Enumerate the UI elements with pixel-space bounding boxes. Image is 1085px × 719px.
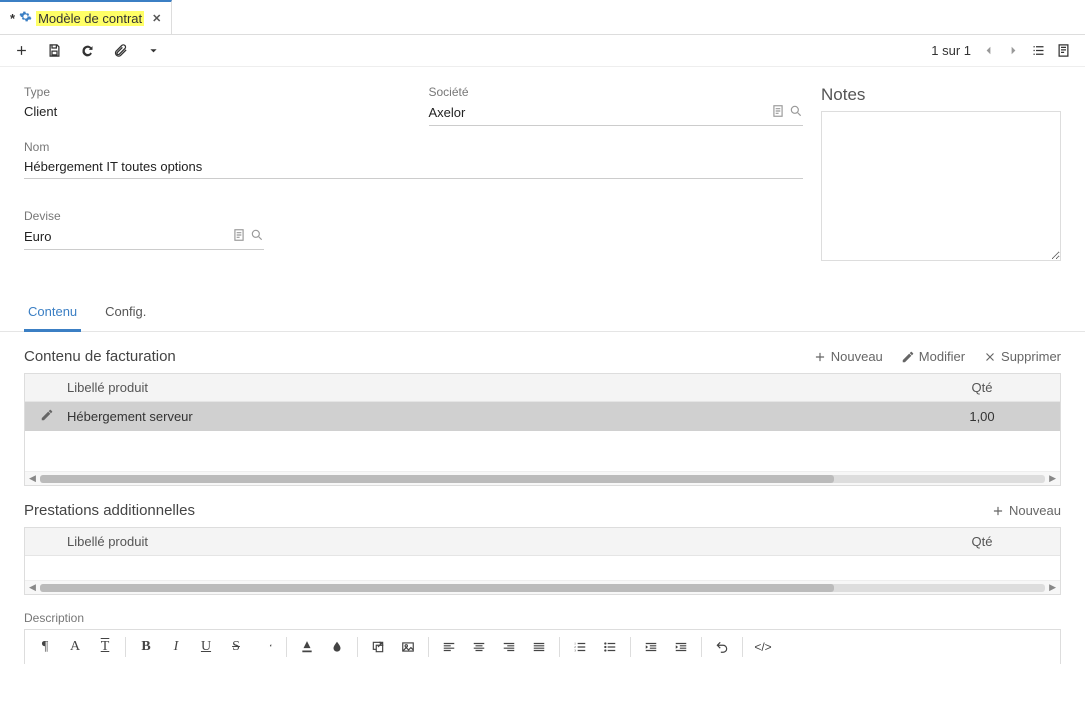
background-color-icon[interactable] bbox=[323, 634, 351, 660]
field-societe[interactable]: Société Axelor bbox=[429, 85, 804, 126]
prestations-col-product: Libellé produit bbox=[61, 534, 912, 549]
clear-format-icon[interactable] bbox=[252, 634, 280, 660]
text-color-icon[interactable] bbox=[293, 634, 321, 660]
prestations-grid: Libellé produit Qté ◀ ▶ bbox=[24, 527, 1061, 595]
form-view-button[interactable] bbox=[1056, 43, 1071, 58]
section-prestations: Prestations additionnelles Nouveau Libel… bbox=[0, 486, 1085, 595]
tab-title: Modèle de contrat bbox=[36, 11, 144, 26]
section-title-prestations: Prestations additionnelles bbox=[24, 502, 195, 519]
undo-icon[interactable] bbox=[708, 634, 736, 660]
section-title-facturation: Contenu de facturation bbox=[24, 348, 176, 365]
open-record-icon[interactable] bbox=[771, 104, 785, 121]
ordered-list-icon[interactable]: 123 bbox=[566, 634, 594, 660]
strikethrough-icon[interactable]: S bbox=[222, 634, 250, 660]
align-right-icon[interactable] bbox=[495, 634, 523, 660]
pager-next[interactable] bbox=[1006, 43, 1021, 58]
form-body: Type Client Société Axelor Nom bbox=[0, 67, 1085, 264]
align-center-icon[interactable] bbox=[465, 634, 493, 660]
svg-text:3: 3 bbox=[574, 649, 576, 653]
new-button[interactable] bbox=[14, 43, 29, 58]
close-icon[interactable]: ✕ bbox=[152, 12, 161, 25]
italic-icon[interactable]: I bbox=[162, 634, 190, 660]
section-description: Description ¶ A T B I U S bbox=[0, 595, 1085, 664]
attach-button[interactable] bbox=[113, 43, 128, 58]
link-icon[interactable] bbox=[364, 634, 392, 660]
facturation-row-qty: 1,00 bbox=[912, 409, 1052, 424]
scroll-right-icon[interactable]: ▶ bbox=[1049, 473, 1056, 484]
facturation-delete-button[interactable]: Supprimer bbox=[983, 349, 1061, 364]
field-societe-label: Société bbox=[429, 85, 804, 99]
refresh-button[interactable] bbox=[80, 43, 95, 58]
facturation-row-product: Hébergement serveur bbox=[61, 409, 912, 424]
field-nom[interactable]: Nom Hébergement IT toutes options bbox=[24, 140, 803, 195]
facturation-col-product: Libellé produit bbox=[61, 380, 912, 395]
edit-row-icon[interactable] bbox=[33, 408, 61, 425]
toolbar: 1 sur 1 bbox=[0, 35, 1085, 67]
font-family-icon[interactable]: A bbox=[61, 634, 89, 660]
field-devise-label: Devise bbox=[24, 209, 264, 223]
field-devise[interactable]: Devise Euro bbox=[24, 209, 264, 264]
facturation-new-button[interactable]: Nouveau bbox=[813, 349, 883, 364]
editor-toolbar: ¶ A T B I U S bbox=[24, 629, 1061, 664]
image-icon[interactable] bbox=[394, 634, 422, 660]
prestations-new-button[interactable]: Nouveau bbox=[991, 503, 1061, 518]
field-societe-value: Axelor bbox=[429, 105, 466, 120]
scroll-left-icon[interactable]: ◀ bbox=[29, 582, 36, 593]
more-dropdown[interactable] bbox=[146, 43, 161, 58]
pager-text: 1 sur 1 bbox=[931, 43, 971, 58]
table-row[interactable]: Hébergement serveur 1,00 bbox=[25, 402, 1060, 431]
tab-config[interactable]: Config. bbox=[101, 294, 150, 331]
field-type: Type Client bbox=[24, 85, 399, 126]
field-type-label: Type bbox=[24, 85, 399, 99]
section-facturation: Contenu de facturation Nouveau Modifier … bbox=[0, 332, 1085, 486]
horizontal-scrollbar[interactable]: ◀ ▶ bbox=[25, 580, 1060, 594]
unordered-list-icon[interactable] bbox=[596, 634, 624, 660]
notes-textarea[interactable] bbox=[821, 111, 1061, 261]
tab-bar: * Modèle de contrat ✕ bbox=[0, 0, 1085, 35]
indent-icon[interactable] bbox=[667, 634, 695, 660]
pager-prev[interactable] bbox=[981, 43, 996, 58]
save-button[interactable] bbox=[47, 43, 62, 58]
description-label: Description bbox=[24, 611, 1061, 625]
field-nom-value: Hébergement IT toutes options bbox=[24, 159, 202, 174]
horizontal-scrollbar[interactable]: ◀ ▶ bbox=[25, 471, 1060, 485]
prestations-col-qty: Qté bbox=[912, 534, 1052, 549]
field-nom-label: Nom bbox=[24, 140, 803, 154]
field-type-value: Client bbox=[24, 101, 399, 122]
scroll-left-icon[interactable]: ◀ bbox=[29, 473, 36, 484]
paragraph-icon[interactable]: ¶ bbox=[31, 634, 59, 660]
bold-icon[interactable]: B bbox=[132, 634, 160, 660]
facturation-col-qty: Qté bbox=[912, 380, 1052, 395]
notes-title: Notes bbox=[821, 85, 1061, 105]
code-view-icon[interactable]: </> bbox=[749, 634, 777, 660]
field-devise-value: Euro bbox=[24, 229, 51, 244]
tab-contract-template[interactable]: * Modèle de contrat ✕ bbox=[0, 0, 172, 34]
scroll-right-icon[interactable]: ▶ bbox=[1049, 582, 1056, 593]
tab-contenu[interactable]: Contenu bbox=[24, 294, 81, 332]
subtabs: Contenu Config. bbox=[0, 294, 1085, 332]
outdent-icon[interactable] bbox=[637, 634, 665, 660]
list-view-button[interactable] bbox=[1031, 43, 1046, 58]
open-record-icon[interactable] bbox=[232, 228, 246, 245]
align-left-icon[interactable] bbox=[435, 634, 463, 660]
font-size-icon[interactable]: T bbox=[91, 634, 119, 660]
search-icon[interactable] bbox=[789, 104, 803, 121]
dirty-indicator: * bbox=[10, 11, 15, 26]
gear-icon bbox=[19, 10, 32, 26]
facturation-grid: Libellé produit Qté Hébergement serveur … bbox=[24, 373, 1061, 486]
search-icon[interactable] bbox=[250, 228, 264, 245]
underline-icon[interactable]: U bbox=[192, 634, 220, 660]
facturation-edit-button[interactable]: Modifier bbox=[901, 349, 965, 364]
align-justify-icon[interactable] bbox=[525, 634, 553, 660]
